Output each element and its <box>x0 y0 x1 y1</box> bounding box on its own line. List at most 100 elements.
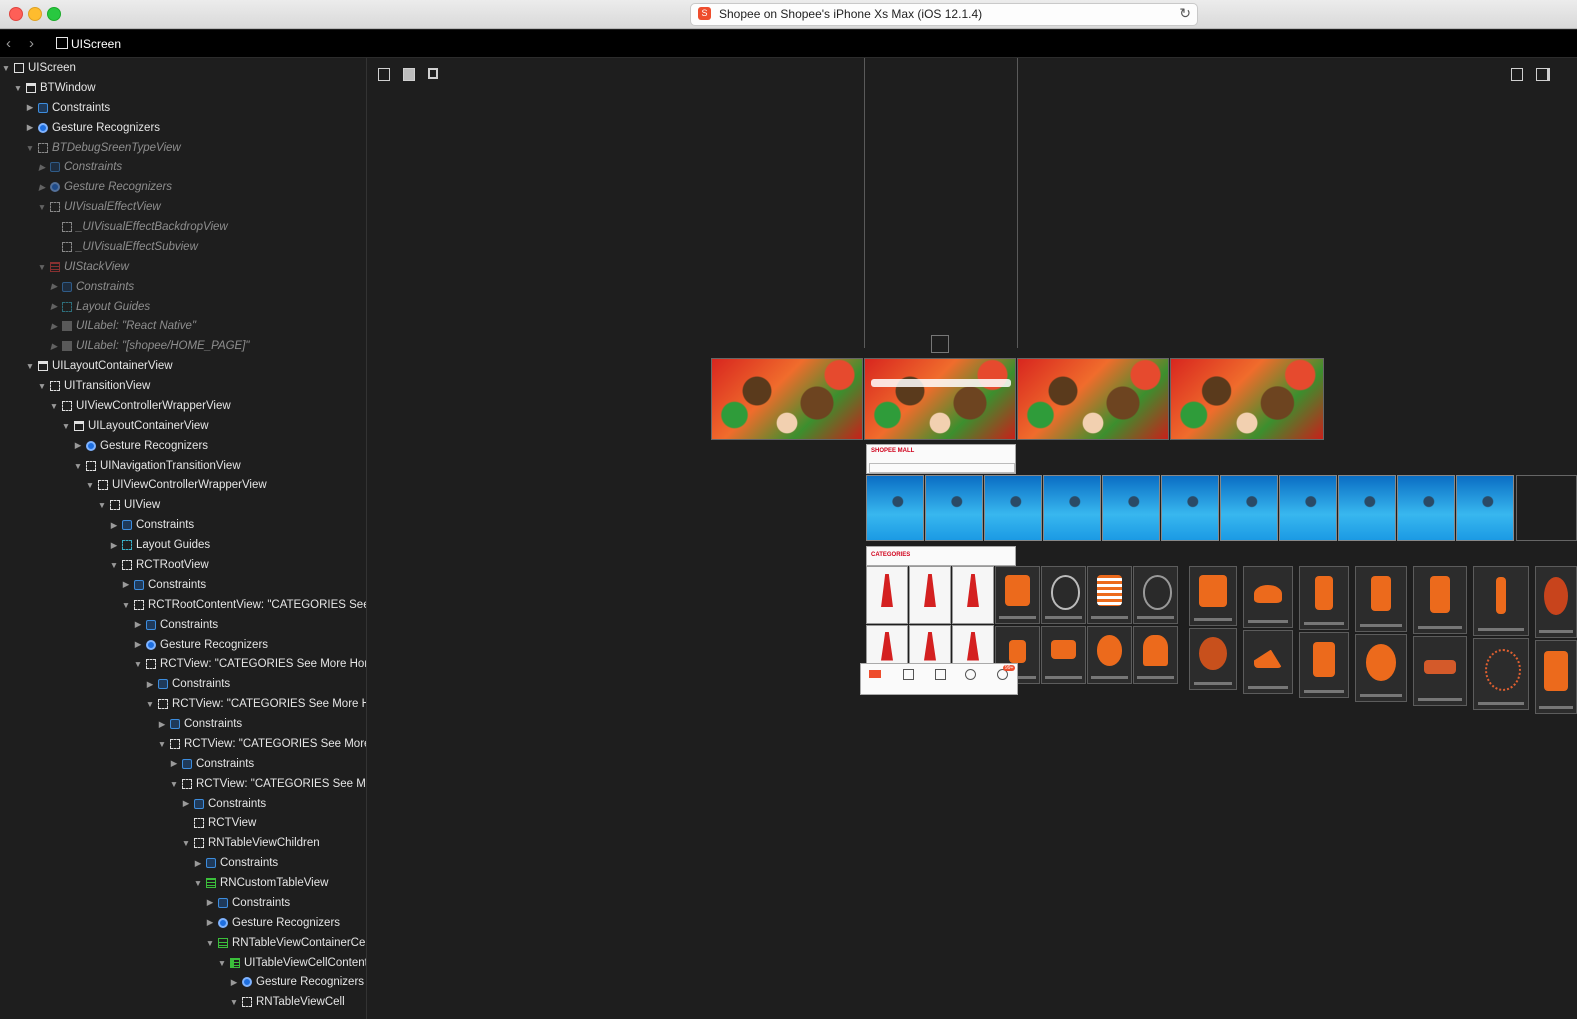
tree-row[interactable]: ▶ Gesture Recognizers <box>72 436 208 456</box>
disclosure-expanded-icon[interactable]: ▼ <box>156 739 168 749</box>
banner-image[interactable] <box>864 358 1016 440</box>
disclosure-expanded-icon[interactable]: ▼ <box>24 361 36 371</box>
mall-shop-tile[interactable] <box>984 475 1042 541</box>
mall-shop-tile[interactable] <box>925 475 983 541</box>
tree-row[interactable]: ▶ Constraints <box>24 98 110 118</box>
disclosure-expanded-icon[interactable]: ▼ <box>132 659 144 669</box>
view-canvas[interactable]: SHOPEE MALL CATEGORIES 99+ <box>367 58 1577 1019</box>
disclosure-collapsed-icon[interactable]: ▶ <box>132 639 144 650</box>
tree-row[interactable]: ▶ Gesture Recognizers <box>204 913 340 933</box>
disclosure-expanded-icon[interactable]: ▼ <box>120 600 132 610</box>
single-panel-icon[interactable] <box>1511 68 1523 81</box>
disclosure-expanded-icon[interactable]: ▼ <box>24 143 36 153</box>
disclosure-collapsed-icon[interactable]: ▶ <box>192 858 204 869</box>
tree-row[interactable]: ▶ Constraints <box>120 575 206 595</box>
tree-row[interactable]: ▶ Constraints <box>108 515 194 535</box>
tree-row[interactable]: ▼ BTDebugSreenTypeView <box>24 138 181 158</box>
category-tile[interactable] <box>866 566 908 624</box>
product-tile[interactable] <box>1473 566 1529 636</box>
disclosure-collapsed-icon[interactable]: ▶ <box>132 619 144 630</box>
disclosure-collapsed-icon[interactable]: ▶ <box>48 301 60 312</box>
tree-row[interactable]: ▶ Gesture Recognizers <box>24 118 160 138</box>
categories-section[interactable]: CATEGORIES <box>866 546 1016 566</box>
disclosure-expanded-icon[interactable]: ▼ <box>180 838 192 848</box>
feed-tab-icon[interactable] <box>903 669 914 680</box>
disclosure-collapsed-icon[interactable]: ▶ <box>156 719 168 730</box>
disclosure-expanded-icon[interactable]: ▼ <box>168 779 180 789</box>
close-window-button[interactable] <box>9 7 23 21</box>
notifications-tab-icon[interactable] <box>965 669 976 680</box>
disclosure-expanded-icon[interactable]: ▼ <box>12 83 24 93</box>
disclosure-expanded-icon[interactable]: ▼ <box>84 480 96 490</box>
tree-row[interactable]: ▶ Layout Guides <box>48 297 150 317</box>
product-tile[interactable] <box>1535 566 1577 638</box>
category-tile[interactable] <box>952 566 994 624</box>
disclosure-collapsed-icon[interactable]: ▶ <box>36 162 48 173</box>
tree-row[interactable]: ▶ Constraints <box>36 157 122 177</box>
product-tile[interactable] <box>1299 566 1349 630</box>
disclosure-expanded-icon[interactable]: ▼ <box>36 381 48 391</box>
tree-row[interactable]: ▼ UILayoutContainerView <box>24 356 173 376</box>
tree-row[interactable]: _UIVisualEffectBackdropView <box>48 217 228 237</box>
product-tile[interactable] <box>1299 632 1349 698</box>
disclosure-expanded-icon[interactable]: ▼ <box>72 461 84 471</box>
inspector-panel-icon[interactable] <box>1536 68 1550 81</box>
tree-row[interactable]: ▶ Gesture Recognizers <box>36 177 172 197</box>
product-tile[interactable] <box>1355 566 1407 632</box>
see-more-tile[interactable] <box>1516 475 1577 541</box>
disclosure-expanded-icon[interactable]: ▼ <box>216 958 228 968</box>
disclosure-expanded-icon[interactable]: ▼ <box>228 997 240 1007</box>
tree-row[interactable]: ▼ RCTView: "CATEGORIES See Mor <box>168 774 366 794</box>
disclosure-expanded-icon[interactable]: ▼ <box>36 202 48 212</box>
tree-row[interactable]: ▶ Layout Guides <box>108 535 210 555</box>
mall-tabs[interactable] <box>869 463 1015 473</box>
view-hierarchy-tree[interactable]: ▼ UIScreen ▼ BTWindow ▶ Constraints ▶ Gesture R… <box>0 58 367 1019</box>
product-tile[interactable] <box>1133 626 1178 684</box>
disclosure-expanded-icon[interactable]: ▼ <box>96 500 108 510</box>
tree-row[interactable]: _UIVisualEffectSubview <box>48 237 198 257</box>
disclosure-collapsed-icon[interactable]: ▶ <box>204 897 216 908</box>
forward-arrow-icon[interactable]: › <box>29 35 34 52</box>
tree-row[interactable]: ▼ RNTableViewCell <box>228 992 345 1012</box>
zoom-window-button[interactable] <box>47 7 61 21</box>
tree-row[interactable]: ▶ Gesture Recognizers <box>228 972 364 992</box>
wireframe-content-mode-icon[interactable] <box>428 68 438 79</box>
search-bar[interactable] <box>871 379 1011 387</box>
disclosure-collapsed-icon[interactable]: ▶ <box>24 102 36 113</box>
tree-row[interactable]: ▼ UIStackView <box>36 257 129 277</box>
disclosure-expanded-icon[interactable]: ▼ <box>48 401 60 411</box>
tree-row[interactable]: ▼ UIScreen <box>0 58 76 78</box>
product-tile[interactable] <box>1355 634 1407 702</box>
tree-row[interactable]: ▼ UITransitionView <box>36 376 151 396</box>
target-bar[interactable]: S Shopee on Shopee's iPhone Xs Max (iOS … <box>690 3 1198 26</box>
tree-row[interactable]: ▼ RNCustomTableView <box>192 873 329 893</box>
product-tile[interactable] <box>1243 630 1293 694</box>
disclosure-collapsed-icon[interactable]: ▶ <box>24 122 36 133</box>
product-tile[interactable] <box>1473 638 1529 710</box>
disclosure-collapsed-icon[interactable]: ▶ <box>228 977 240 988</box>
product-tile[interactable] <box>1535 640 1577 714</box>
banner-image[interactable] <box>711 358 863 440</box>
tree-row[interactable]: ▶ UILabel: "React Native" <box>48 316 196 336</box>
product-tile[interactable] <box>1243 566 1293 628</box>
product-tile[interactable] <box>1189 628 1237 690</box>
tree-row[interactable]: ▶ Constraints <box>144 674 230 694</box>
disclosure-collapsed-icon[interactable]: ▶ <box>48 281 60 292</box>
wireframe-mode-icon[interactable] <box>378 68 390 81</box>
mall-shop-tile[interactable] <box>1220 475 1278 541</box>
product-tile[interactable] <box>1087 566 1132 624</box>
tree-row[interactable]: ▼ RCTRootContentView: "CATEGORIES See <box>120 595 366 615</box>
tree-row[interactable]: ▼ UIViewControllerWrapperView <box>84 475 267 495</box>
tree-row[interactable]: ▼ UITableViewCellContent <box>216 953 366 973</box>
minimize-window-button[interactable] <box>28 7 42 21</box>
tree-row[interactable]: ▶ Constraints <box>204 893 290 913</box>
status-view[interactable] <box>931 335 949 353</box>
mall-shop-tile[interactable] <box>1102 475 1160 541</box>
mall-shop-tile[interactable] <box>1338 475 1396 541</box>
disclosure-expanded-icon[interactable]: ▼ <box>192 878 204 888</box>
banner-image[interactable] <box>1017 358 1169 440</box>
tree-row[interactable]: ▼ RNTableViewContainerCel <box>204 933 366 953</box>
tree-row[interactable]: ▶ Constraints <box>168 754 254 774</box>
tree-row[interactable]: ▼ UILayoutContainerView <box>60 416 209 436</box>
shopee-mall-section[interactable]: SHOPEE MALL <box>866 444 1016 474</box>
